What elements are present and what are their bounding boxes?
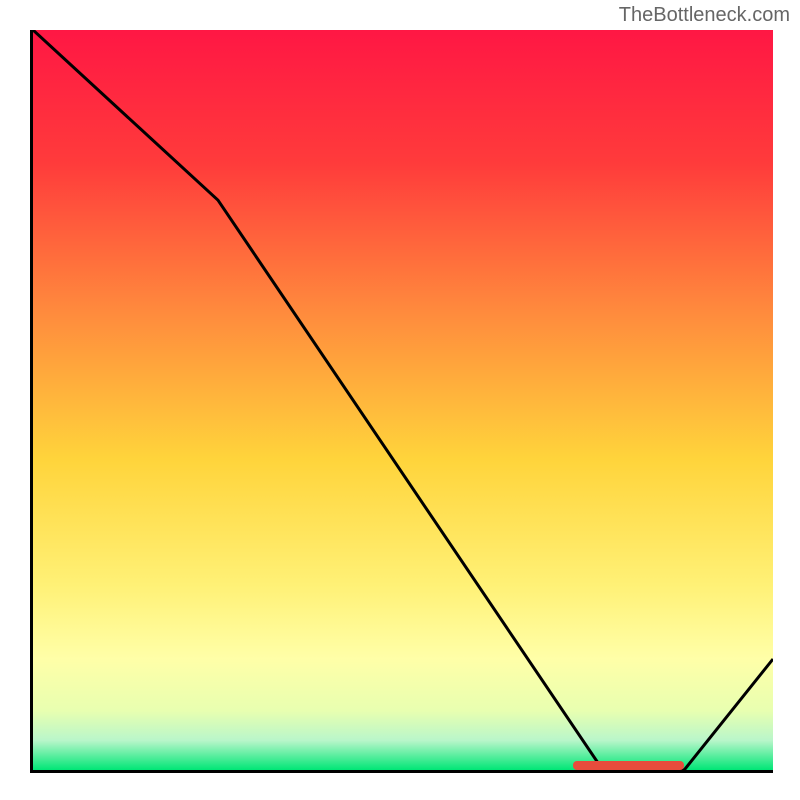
bottleneck-curve — [33, 30, 773, 770]
chart-container: TheBottleneck.com — [0, 0, 800, 800]
plot-area — [30, 30, 773, 773]
watermark-text: TheBottleneck.com — [619, 4, 790, 27]
optimal-range-marker — [573, 761, 684, 770]
